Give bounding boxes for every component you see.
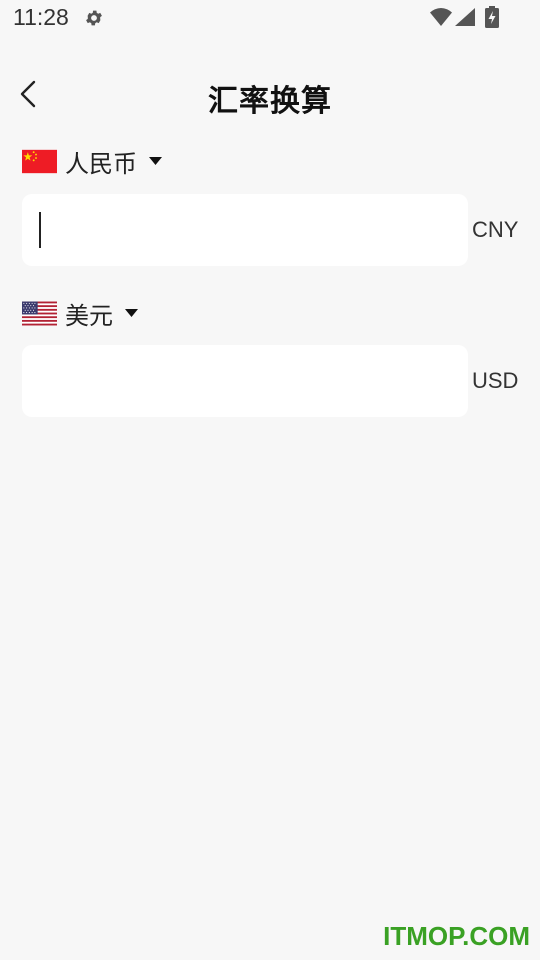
caret-down-icon — [125, 309, 138, 317]
from-currency-code: CNY — [472, 217, 519, 242]
usa-flag-icon — [22, 301, 57, 325]
wifi-icon — [430, 8, 452, 26]
signal-icon — [455, 8, 475, 26]
gear-icon — [86, 10, 102, 26]
status-time: 11:28 — [13, 4, 69, 30]
battery-icon — [485, 6, 499, 28]
to-currency-selector[interactable]: 美元 — [22, 296, 138, 330]
to-currency-code: USD — [472, 368, 519, 393]
watermark: ITMOP.COM — [383, 921, 530, 951]
caret-down-icon — [149, 157, 162, 165]
from-currency-name: 人民币 — [65, 149, 137, 178]
nav-bar: 汇率换算 — [0, 58, 540, 130]
status-bar: 11:28 — [0, 0, 540, 38]
to-currency-name: 美元 — [65, 301, 113, 330]
from-amount-input[interactable] — [22, 194, 468, 266]
china-flag-icon — [22, 149, 57, 173]
to-amount-input[interactable] — [22, 345, 468, 417]
from-currency-selector[interactable]: 人民币 — [22, 144, 162, 178]
text-cursor — [39, 212, 41, 248]
page-title: 汇率换算 — [208, 84, 332, 119]
